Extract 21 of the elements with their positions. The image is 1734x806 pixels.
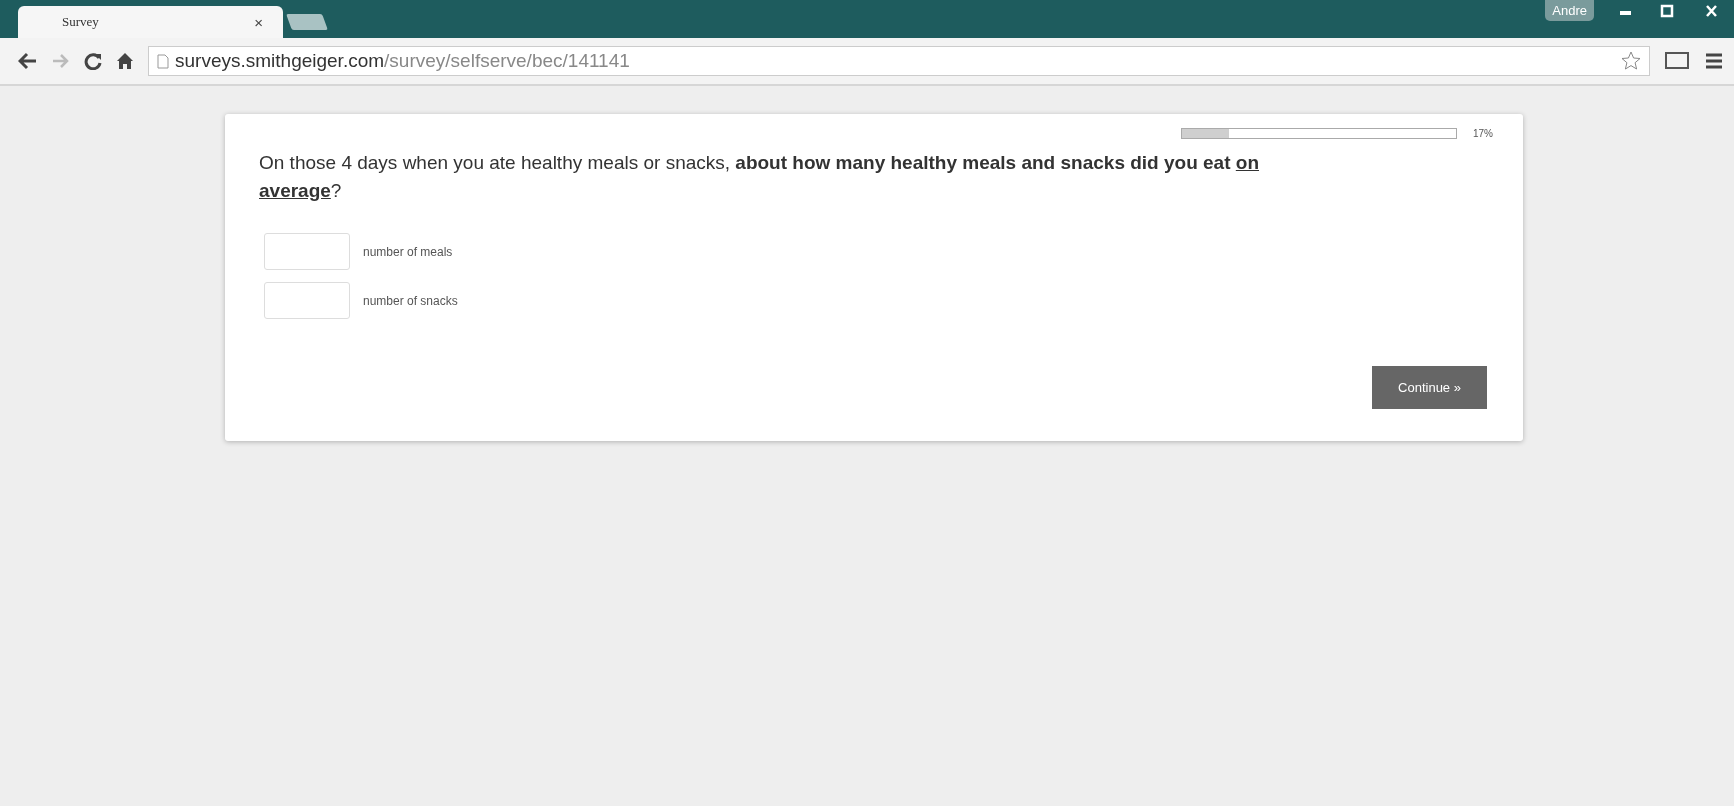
page-icon: [157, 53, 169, 69]
new-tab-button[interactable]: [286, 14, 328, 30]
question-text: On those 4 days when you ate healthy meals or snacks, about how many healthy meals and snacks did you eat on average?: [259, 151, 1260, 203]
input-label: number of meals: [363, 244, 453, 259]
cast-icon[interactable]: [1664, 51, 1690, 71]
progress-percent: 17%: [1473, 128, 1493, 139]
reload-icon[interactable]: [84, 52, 102, 70]
tab-title: Survey: [62, 14, 99, 30]
tab-close-button[interactable]: ×: [254, 13, 263, 31]
number-input[interactable]: [264, 282, 350, 319]
browser-tab[interactable]: Survey ×: [18, 6, 283, 38]
number-input[interactable]: [264, 233, 350, 270]
back-icon[interactable]: [18, 52, 38, 70]
home-icon[interactable]: [116, 52, 134, 70]
url-path: /survey/selfserve/bec/141141: [384, 50, 630, 71]
url-host: surveys.smithgeiger.com: [175, 50, 385, 71]
star-icon[interactable]: [1621, 51, 1641, 71]
address-bar[interactable]: surveys.smithgeiger.com/survey/selfserve/bec/141141: [148, 46, 1650, 76]
menu-icon[interactable]: [1704, 52, 1724, 70]
continue-button[interactable]: Continue »: [1372, 366, 1487, 409]
input-label: number of snacks: [363, 293, 458, 308]
